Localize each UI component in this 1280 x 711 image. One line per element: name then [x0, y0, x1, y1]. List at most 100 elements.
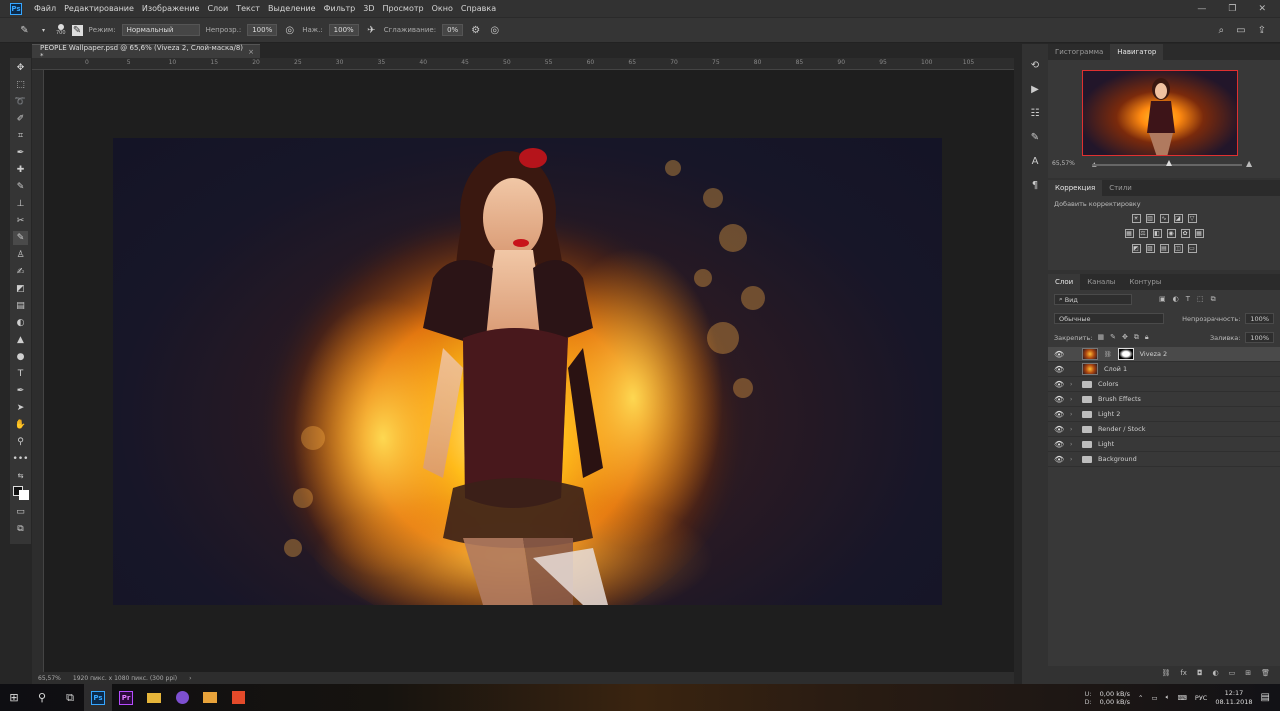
path-selection-tool-icon[interactable]: ➤ [13, 401, 28, 415]
history-brush-tool-icon[interactable]: ✂ [13, 214, 28, 228]
marquee-tool-icon[interactable]: ⬚ [13, 78, 28, 92]
keyboard-icon[interactable]: ⌨ [1178, 694, 1187, 702]
recorder-app-icon[interactable] [224, 684, 252, 711]
language-indicator[interactable]: РУС [1195, 694, 1207, 702]
lock-position-icon[interactable]: ✥ [1122, 333, 1128, 342]
brush-tool-icon[interactable]: ✎ [13, 180, 28, 194]
eye-icon[interactable]: 👁︎ [1054, 455, 1064, 464]
navigator-thumbnail[interactable] [1082, 70, 1238, 156]
artwork-image[interactable] [113, 138, 942, 605]
menu-edit[interactable]: Редактирование [60, 4, 138, 13]
brush-tool-active-icon[interactable]: ✎ [13, 231, 28, 245]
hand-tool-icon[interactable]: ✋ [13, 418, 28, 432]
filter-type-icon[interactable]: T [1186, 295, 1190, 304]
tab-paths[interactable]: Контуры [1122, 274, 1168, 290]
layer-row-viveza-2[interactable]: 👁︎ ⛓ Viveza 2 [1048, 347, 1280, 362]
pressure-opacity-icon[interactable]: ◎ [283, 24, 296, 37]
smoothing-field[interactable]: 0% [442, 24, 464, 36]
new-layer-icon[interactable]: ⊞ [1245, 669, 1251, 677]
smudge-tool-icon[interactable]: ✍ [13, 265, 28, 279]
posterize-icon[interactable]: ▨ [1145, 244, 1155, 253]
search-icon[interactable]: ⌕ [1219, 25, 1225, 36]
volume-icon[interactable]: 🔈︎ [1166, 693, 1170, 702]
lock-all-icon[interactable]: 🔒︎ [1145, 333, 1149, 342]
filter-smart-icon[interactable]: ⧉ [1211, 295, 1216, 304]
lasso-tool-icon[interactable]: ➰ [13, 95, 28, 109]
invert-icon[interactable]: ◩ [1131, 244, 1141, 253]
curves-icon[interactable]: ∿ [1159, 214, 1169, 223]
layer-fill-field[interactable]: 100% [1245, 332, 1274, 343]
blur-tool-icon[interactable]: ◐ [13, 316, 28, 330]
taskbar-photoshop[interactable]: Ps [84, 684, 112, 711]
color-balance-icon[interactable]: ⚖ [1138, 229, 1148, 238]
zoom-tool-icon[interactable]: ⚲ [13, 435, 28, 449]
vibrance-icon[interactable]: ▽ [1187, 214, 1197, 223]
file-explorer-icon[interactable] [140, 684, 168, 711]
menu-3d[interactable]: 3D [359, 4, 378, 13]
mode-dropdown[interactable]: Нормальный [121, 24, 200, 36]
tab-styles[interactable]: Стили [1102, 180, 1139, 196]
move-tool-icon[interactable]: ✥ [13, 61, 28, 75]
layer-group-brush-effects[interactable]: 👁︎ › Brush Effects [1048, 392, 1280, 407]
eye-icon[interactable]: 👁︎ [1054, 425, 1064, 434]
fx-icon[interactable]: fx [1180, 669, 1187, 677]
filter-shape-icon[interactable]: ⬚ [1197, 295, 1204, 304]
chevron-right-icon[interactable]: › [1070, 426, 1076, 433]
close-window-button[interactable]: ✕ [1258, 4, 1266, 14]
layer-thumbnail[interactable] [1082, 348, 1098, 360]
tab-navigator[interactable]: Навигатор [1110, 44, 1164, 60]
background-color-swatch[interactable] [18, 490, 29, 500]
layer-group-light[interactable]: 👁︎ › Light [1048, 437, 1280, 452]
workspace-icon[interactable]: ▭ [1236, 25, 1245, 36]
layer-group-colors[interactable]: 👁︎ › Colors [1048, 377, 1280, 392]
gear-icon[interactable]: ⚙ [469, 24, 482, 37]
layer-row-sloi-1[interactable]: 👁︎ Слой 1 [1048, 362, 1280, 377]
gradient-tool-icon[interactable]: ▤ [13, 299, 28, 313]
exposure-icon[interactable]: ◪ [1173, 214, 1183, 223]
chevron-right-icon[interactable]: › [1070, 396, 1076, 403]
new-group-icon[interactable]: ▭ [1229, 669, 1236, 677]
more-tools-icon[interactable]: ••• [13, 452, 29, 466]
type-tool-icon[interactable]: T [13, 367, 28, 381]
color-lookup-icon[interactable]: ▦ [1194, 229, 1204, 238]
new-adjustment-icon[interactable]: ◐ [1213, 669, 1219, 677]
photo-filter-icon[interactable]: ◉ [1166, 229, 1176, 238]
burn-tool-icon[interactable]: ● [13, 350, 28, 364]
taskbar-premiere[interactable]: Pr [112, 684, 140, 711]
chevron-right-icon[interactable]: › [1070, 411, 1076, 418]
layer-thumbnail[interactable] [1082, 363, 1098, 375]
clone-stamp-tool-icon[interactable]: ⊥ [13, 197, 28, 211]
menu-help[interactable]: Справка [457, 4, 500, 13]
quick-mask-icon[interactable]: ▭ [13, 505, 28, 519]
menu-view[interactable]: Просмотр [379, 4, 428, 13]
brush-settings-icon[interactable]: ✎ [71, 24, 83, 36]
levels-icon[interactable]: ▥ [1145, 214, 1155, 223]
history-icon[interactable]: ⟲ [1028, 58, 1042, 72]
navigator-zoom[interactable]: 65,57% [1052, 160, 1075, 167]
brush-preset-picker[interactable]: 700 [56, 24, 66, 36]
navigator-zoom-knob[interactable] [1166, 160, 1172, 166]
menu-image[interactable]: Изображение [138, 4, 204, 13]
menu-select[interactable]: Выделение [264, 4, 320, 13]
properties-icon[interactable]: ☷ [1028, 106, 1042, 120]
tray-chevron-icon[interactable]: ⌃ [1138, 694, 1143, 702]
zoom-in-icon[interactable]: ▲ [1246, 159, 1252, 168]
dodge-tool-icon[interactable]: ▲ [13, 333, 28, 347]
lock-artboard-icon[interactable]: ⧉ [1134, 333, 1139, 342]
selective-color-icon[interactable]: ◫ [1173, 244, 1183, 253]
tab-histogram[interactable]: Гистограмма [1048, 44, 1110, 60]
pressure-size-icon[interactable]: ◎ [488, 24, 501, 37]
windows-start-icon[interactable]: ⊞ [0, 684, 28, 711]
lock-transparency-icon[interactable]: ▦ [1097, 333, 1104, 342]
link-icon[interactable]: ⛓ [1104, 351, 1112, 358]
play-actions-icon[interactable]: ▶ [1028, 82, 1042, 96]
link-layers-icon[interactable]: ⛓ [1161, 669, 1170, 677]
layer-filter-dropdown[interactable]: ⌕ Вид [1054, 294, 1132, 305]
eye-icon[interactable]: 👁︎ [1054, 365, 1064, 374]
document-tab[interactable]: PEOPLE Wallpaper.psd @ 65,6% (Viveza 2, … [32, 44, 260, 60]
brush-settings-icon[interactable]: ✎ [1028, 130, 1042, 144]
search-icon[interactable]: ⚲ [28, 684, 56, 711]
minimize-button[interactable]: — [1197, 4, 1206, 14]
stamp-tool-icon[interactable]: ♙ [13, 248, 28, 262]
layer-opacity-field[interactable]: 100% [1245, 313, 1274, 324]
